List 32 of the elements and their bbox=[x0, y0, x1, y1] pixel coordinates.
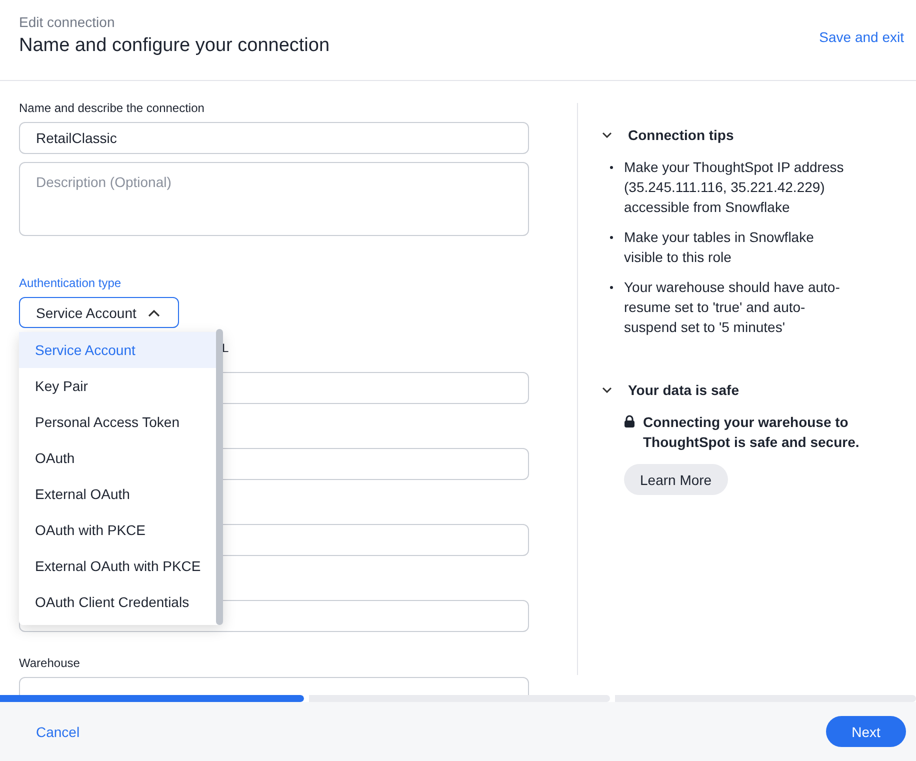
auth-type-select[interactable]: Service Account bbox=[19, 297, 179, 328]
field-label: L bbox=[222, 341, 229, 355]
learn-more-button[interactable]: Learn More bbox=[624, 464, 728, 495]
next-button[interactable]: Next bbox=[826, 716, 906, 747]
dropdown-option[interactable]: External OAuth bbox=[19, 476, 216, 512]
page-title: Name and configure your connection bbox=[19, 35, 330, 57]
section-title: Connection tips bbox=[628, 127, 734, 143]
chevron-icon[interactable] bbox=[602, 387, 612, 393]
name-field[interactable]: RetailClassic bbox=[19, 122, 529, 154]
description-field[interactable]: Description (Optional) bbox=[19, 162, 529, 236]
tip-text: Your warehouse should have auto-resume set to 'true' and auto-suspend set to '5 minutes' bbox=[610, 277, 856, 337]
dropdown-option[interactable]: OAuth with PKCE bbox=[19, 512, 216, 548]
chevron-icon[interactable] bbox=[602, 132, 612, 138]
dropdown-option[interactable]: OAuth Client Credentials bbox=[19, 584, 216, 620]
tip-text: Make your tables in Snowflake visible to this role bbox=[610, 227, 856, 267]
dropdown-option[interactable]: Service Account bbox=[19, 332, 216, 368]
caret-icon bbox=[148, 308, 160, 316]
scrollbar[interactable] bbox=[216, 329, 223, 625]
dropdown-option[interactable]: External OAuth with PKCE bbox=[19, 548, 216, 584]
page-subtitle: Edit connection bbox=[19, 14, 116, 30]
dropdown-option[interactable]: OAuth bbox=[19, 440, 216, 476]
safety-text: Connecting your warehouse to ThoughtSpot is safe and secure. bbox=[643, 413, 860, 452]
dropdown-option[interactable]: Personal Access Token bbox=[19, 404, 216, 440]
section-title: Your data is safe bbox=[628, 382, 740, 398]
field-label: Warehouse bbox=[19, 656, 81, 670]
field-label: Authentication type bbox=[19, 276, 122, 290]
field-label: Name and describe the connection bbox=[19, 101, 206, 115]
dropdown-option[interactable]: Key Pair bbox=[19, 368, 216, 404]
lock-icon bbox=[624, 415, 635, 428]
save-and-exit-link[interactable]: Save and exit bbox=[819, 29, 904, 45]
cancel-link[interactable]: Cancel bbox=[36, 724, 80, 740]
tip-text: Make your ThoughtSpot IP address (35.245.111.116, 35.221.42.229) accessible from Snowflake bbox=[610, 157, 856, 217]
